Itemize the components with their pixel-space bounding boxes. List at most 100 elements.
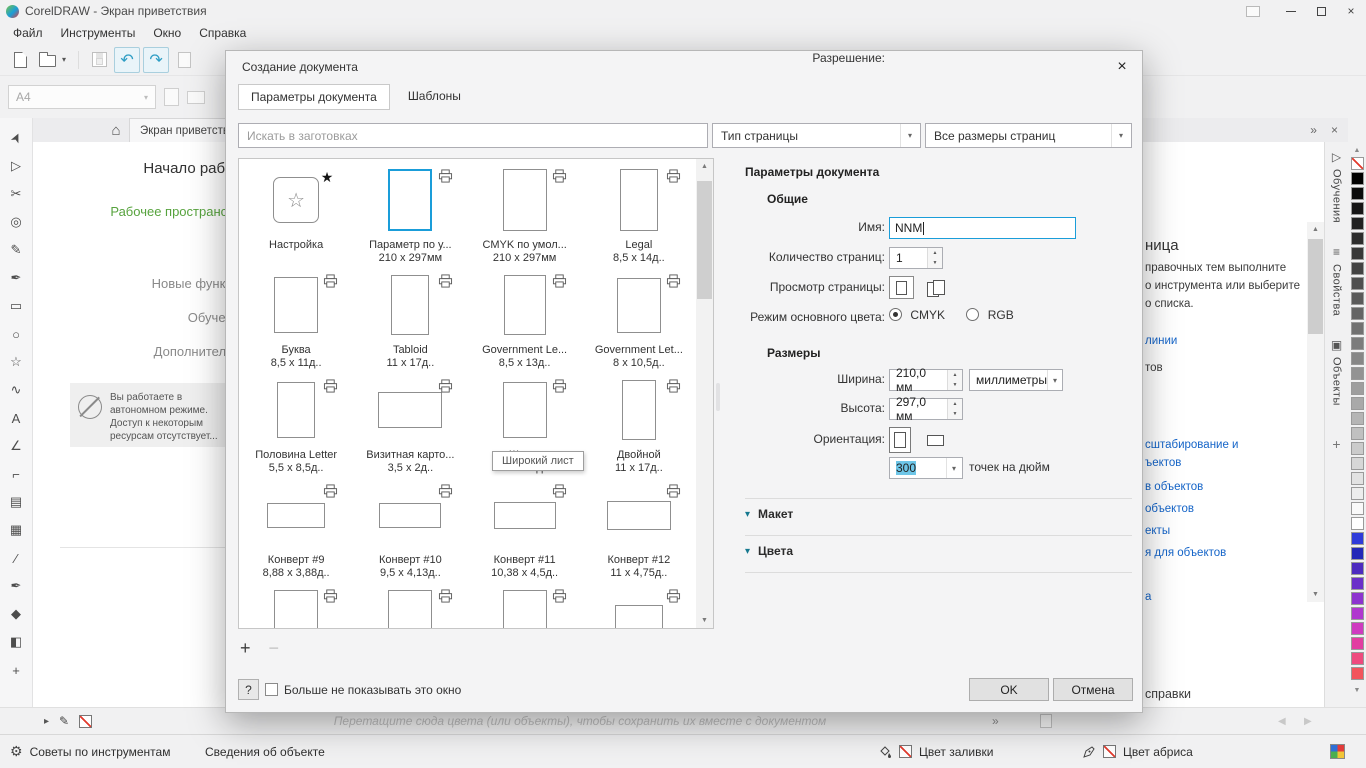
preset-item[interactable]: ★ ☆ Половина Letter 5,5 x 8,5д.. bbox=[239, 371, 353, 476]
palette-swatch[interactable] bbox=[1351, 397, 1364, 410]
scroll-down-icon[interactable]: ▼ bbox=[696, 613, 713, 628]
preset-item[interactable]: ★ ☆ Двойной 11 x 17д.. bbox=[582, 371, 696, 476]
scroll-up-icon[interactable]: ▲ bbox=[1307, 222, 1324, 237]
maximize-button[interactable] bbox=[1306, 0, 1336, 22]
page-count-stepper[interactable]: 1 ▲▼ bbox=[889, 247, 943, 269]
palette-swatch[interactable] bbox=[1351, 637, 1364, 650]
menu-item[interactable]: Инструменты bbox=[52, 23, 145, 43]
palette-swatch[interactable] bbox=[1351, 472, 1364, 485]
palette-swatch[interactable] bbox=[1351, 262, 1364, 275]
preset-item[interactable]: ★ ☆ bbox=[353, 581, 467, 629]
docker-text-fragment[interactable]: сштабирование и bbox=[1145, 437, 1238, 451]
palette-swatch[interactable] bbox=[1351, 187, 1364, 200]
tool-hints-item[interactable]: ⚙ Советы по инструментам bbox=[10, 735, 170, 768]
dimension-tool-icon[interactable]: ∠ bbox=[3, 432, 29, 460]
preset-item[interactable]: ★ ☆ Tabloid 11 x 17д.. bbox=[353, 266, 467, 371]
artistic-media-tool-icon[interactable]: ✒ bbox=[3, 264, 29, 292]
ellipse-tool-icon[interactable]: ○ bbox=[3, 320, 29, 348]
palette-swatch[interactable] bbox=[1351, 502, 1364, 515]
palette-swatch[interactable] bbox=[1351, 292, 1364, 305]
page-type-filter[interactable]: Тип страницы ▾ bbox=[712, 123, 921, 148]
menu-item[interactable]: Справка bbox=[190, 23, 255, 43]
preset-item[interactable]: ★ ☆ Конверт #10 9,5 x 4,13д.. bbox=[353, 476, 467, 581]
preset-item[interactable]: ★ ☆ Буква 8,5 x 11д.. bbox=[239, 266, 353, 371]
landscape-orientation-icon[interactable] bbox=[187, 91, 205, 104]
add-tools-icon[interactable]: + bbox=[3, 656, 29, 684]
tray-more-icon[interactable]: » bbox=[992, 714, 999, 728]
single-page-view-button[interactable] bbox=[889, 276, 914, 299]
spin-up-icon[interactable]: ▲ bbox=[948, 370, 962, 380]
spin-down-icon[interactable]: ▼ bbox=[948, 409, 962, 419]
add-docker-button[interactable]: + bbox=[1332, 436, 1340, 452]
rgb-radio[interactable] bbox=[966, 308, 979, 321]
colors-section-toggle[interactable]: ▾ Цвета bbox=[745, 544, 793, 558]
portrait-button[interactable] bbox=[889, 427, 911, 453]
connector-tool-icon[interactable]: ⌐ bbox=[3, 460, 29, 488]
palette-swatch[interactable] bbox=[1351, 337, 1364, 350]
palette-swatch[interactable] bbox=[1351, 382, 1364, 395]
tray-none-swatch[interactable] bbox=[79, 715, 92, 728]
docker-text-fragment[interactable]: объектов bbox=[1145, 501, 1194, 515]
docker-text-fragment[interactable]: екты bbox=[1145, 523, 1170, 537]
interactive-fill-tool-icon[interactable]: ◧ bbox=[3, 628, 29, 656]
resolution-combo[interactable]: 300 ▾ bbox=[889, 457, 963, 479]
pick-tool-icon[interactable]: ➤ bbox=[3, 124, 29, 152]
scroll-up-icon[interactable]: ▲ bbox=[696, 159, 713, 174]
palette-swatch[interactable] bbox=[1351, 172, 1364, 185]
docker-text-fragment[interactable]: я для объектов bbox=[1145, 545, 1226, 559]
preset-search-input[interactable]: Искать в заготовках bbox=[238, 123, 708, 148]
palette-swatch[interactable] bbox=[1351, 442, 1364, 455]
docker-collapse-icon[interactable]: » bbox=[1310, 123, 1317, 137]
crop-tool-icon[interactable]: ✂ bbox=[3, 180, 29, 208]
docker-text-fragment[interactable]: в объектов bbox=[1145, 479, 1203, 493]
palette-swatch[interactable] bbox=[1351, 412, 1364, 425]
document-name-input[interactable]: NNM bbox=[889, 217, 1076, 239]
palette-swatch[interactable] bbox=[1351, 247, 1364, 260]
add-preset-button[interactable]: + bbox=[240, 638, 251, 659]
import-button[interactable] bbox=[172, 47, 196, 73]
preset-item[interactable]: ★ ☆ Конверт #11 10,38 x 4,5д.. bbox=[468, 476, 582, 581]
palette-swatch[interactable] bbox=[1351, 232, 1364, 245]
eyedropper-tool-icon[interactable]: ∕ bbox=[3, 544, 29, 572]
tray-scroll-right-icon[interactable]: ▶ bbox=[1304, 716, 1312, 727]
palette-swatch[interactable] bbox=[1351, 202, 1364, 215]
spin-up-icon[interactable]: ▲ bbox=[948, 399, 962, 409]
transparency-tool-icon[interactable]: ▦ bbox=[3, 516, 29, 544]
docker-tab-objects[interactable]: ▣ Объекты bbox=[1331, 338, 1343, 406]
titlebar-extra-icon[interactable] bbox=[1246, 6, 1260, 17]
docker-close-icon[interactable]: × bbox=[1331, 123, 1338, 137]
menu-item[interactable]: Окно bbox=[144, 23, 190, 43]
docker-tab-properties[interactable]: ≡ Свойства bbox=[1331, 245, 1343, 316]
save-button[interactable] bbox=[87, 47, 111, 73]
palette-swatch[interactable] bbox=[1351, 367, 1364, 380]
preset-item[interactable]: ★ ☆ bbox=[239, 581, 353, 629]
palette-manager-item[interactable] bbox=[1330, 735, 1345, 768]
undo-button[interactable]: ↶ bbox=[114, 47, 140, 73]
spin-up-icon[interactable]: ▲ bbox=[928, 248, 942, 258]
tray-page-icon[interactable] bbox=[1040, 714, 1052, 731]
object-info-item[interactable]: Сведения об объекте bbox=[205, 735, 325, 768]
docker-text-fragment[interactable]: а bbox=[1145, 589, 1151, 603]
help-button[interactable]: ? bbox=[238, 679, 259, 700]
page-size-filter[interactable]: Все размеры страниц ▾ bbox=[925, 123, 1132, 148]
docker-scrollbar[interactable]: ▲ ▼ bbox=[1307, 222, 1324, 602]
outline-color-item[interactable]: Цвет абриса bbox=[1082, 735, 1193, 768]
fill-color-item[interactable]: Цвет заливки bbox=[878, 735, 993, 768]
minimize-button[interactable] bbox=[1276, 0, 1306, 22]
menu-item[interactable]: Файл bbox=[4, 23, 52, 43]
palette-swatch[interactable] bbox=[1351, 607, 1364, 620]
dialog-tab[interactable]: Шаблоны bbox=[396, 84, 473, 110]
palette-scroll-up-icon[interactable]: ▲ bbox=[1354, 147, 1361, 154]
tray-flyout-icon[interactable]: ▸ bbox=[44, 716, 49, 727]
remove-preset-button[interactable]: − bbox=[269, 638, 280, 659]
palette-swatch[interactable] bbox=[1351, 487, 1364, 500]
palette-swatch[interactable] bbox=[1351, 307, 1364, 320]
tray-eyedropper-icon[interactable]: ✎ bbox=[59, 714, 69, 728]
palette-swatch[interactable] bbox=[1351, 277, 1364, 290]
polygon-tool-icon[interactable]: ☆ bbox=[3, 348, 29, 376]
dialog-tab[interactable]: Параметры документа bbox=[238, 84, 390, 110]
spin-down-icon[interactable]: ▼ bbox=[948, 380, 962, 390]
palette-swatch[interactable] bbox=[1351, 157, 1364, 170]
dont-show-checkbox[interactable] bbox=[265, 683, 278, 696]
portrait-orientation-icon[interactable] bbox=[164, 88, 179, 106]
